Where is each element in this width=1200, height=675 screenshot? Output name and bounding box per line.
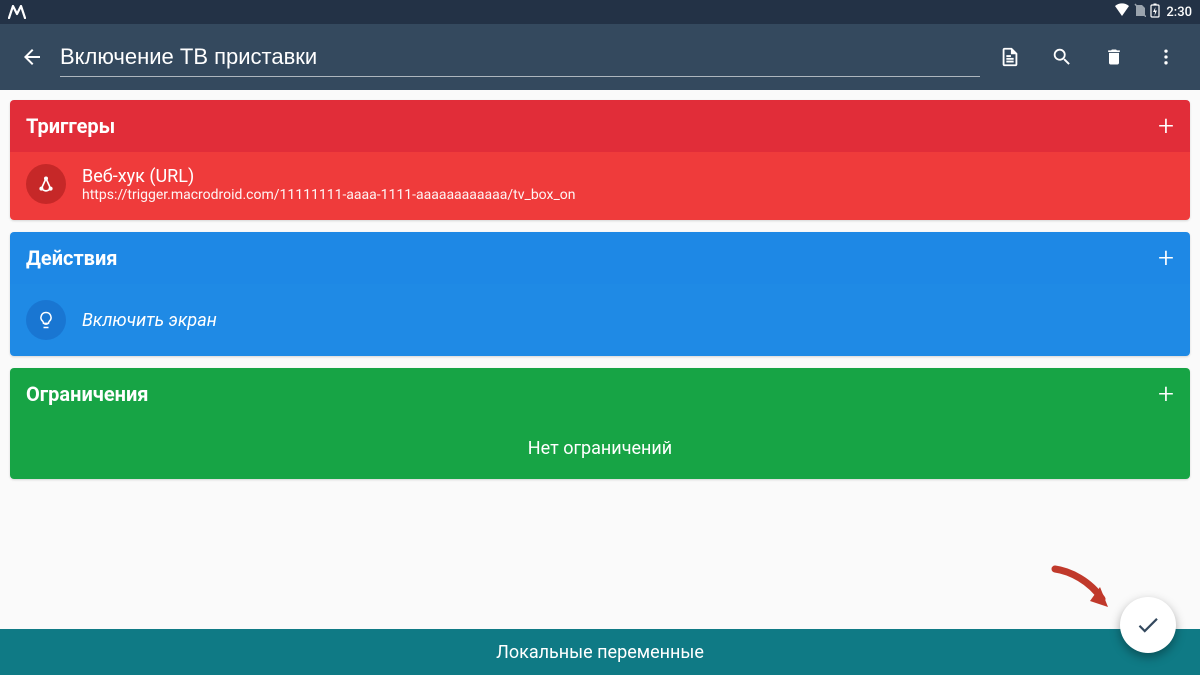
search-button[interactable] <box>1040 35 1084 79</box>
annotation-arrow-icon <box>1050 561 1120 625</box>
trigger-item[interactable]: Веб-хук (URL) https://trigger.macrodroid… <box>10 152 1190 220</box>
wifi-icon <box>1114 3 1130 21</box>
constraints-title: Ограничения <box>26 382 149 406</box>
content-area: Триггеры + Веб-хук (URL) https://trigger… <box>0 90 1200 479</box>
local-variables-label: Локальные переменные <box>496 642 704 663</box>
constraints-empty[interactable]: Нет ограничений <box>10 420 1190 479</box>
actions-title: Действия <box>26 246 117 270</box>
notes-button[interactable] <box>988 35 1032 79</box>
local-variables-bar[interactable]: Локальные переменные <box>0 629 1200 675</box>
action-item[interactable]: Включить экран <box>10 284 1190 356</box>
action-item-title: Включить экран <box>82 310 217 331</box>
battery-charging-icon <box>1150 3 1160 22</box>
check-icon <box>1135 612 1161 638</box>
app-bar <box>0 24 1200 90</box>
status-bar: 2:30 <box>0 0 1200 24</box>
webhook-icon <box>26 164 66 204</box>
back-button[interactable] <box>12 37 52 77</box>
macro-title-wrap <box>60 38 980 77</box>
actions-header: Действия + <box>10 232 1190 284</box>
lightbulb-icon <box>26 300 66 340</box>
macro-title-input[interactable] <box>60 38 980 77</box>
triggers-header: Триггеры + <box>10 100 1190 152</box>
delete-button[interactable] <box>1092 35 1136 79</box>
constraints-empty-text: Нет ограничений <box>528 438 672 459</box>
constraints-card: Ограничения + Нет ограничений <box>10 368 1190 479</box>
app-logo-icon <box>8 5 26 19</box>
trigger-item-url: https://trigger.macrodroid.com/11111111-… <box>82 187 576 203</box>
no-sim-icon <box>1134 3 1146 21</box>
triggers-card: Триггеры + Веб-хук (URL) https://trigger… <box>10 100 1190 220</box>
status-time: 2:30 <box>1166 5 1192 20</box>
add-constraint-button[interactable]: + <box>1158 384 1174 404</box>
add-action-button[interactable]: + <box>1158 248 1174 268</box>
confirm-fab[interactable] <box>1120 597 1176 653</box>
add-trigger-button[interactable]: + <box>1158 116 1174 136</box>
more-button[interactable] <box>1144 35 1188 79</box>
constraints-header: Ограничения + <box>10 368 1190 420</box>
trigger-item-title: Веб-хук (URL) <box>82 166 576 187</box>
actions-card: Действия + Включить экран <box>10 232 1190 356</box>
triggers-title: Триггеры <box>26 114 115 138</box>
